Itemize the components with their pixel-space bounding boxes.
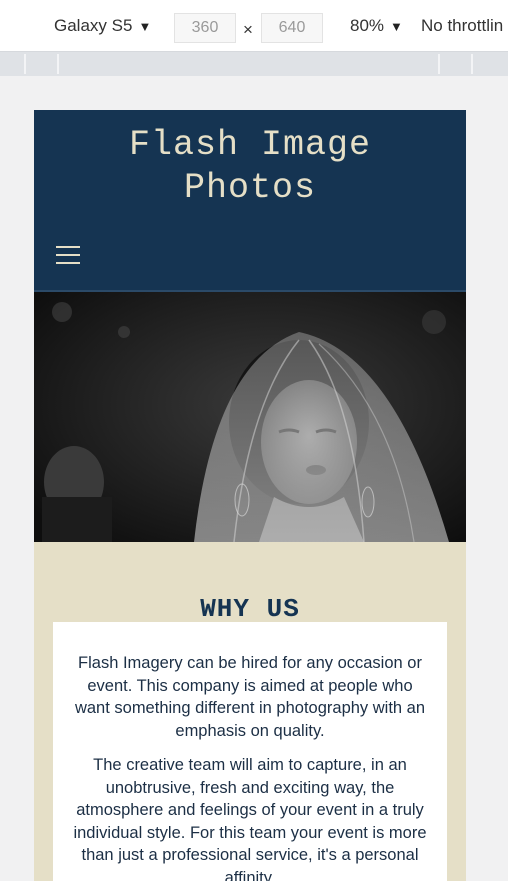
site-title-line1: Flash Image bbox=[128, 125, 372, 165]
device-select[interactable]: Galaxy S5 ▼ bbox=[54, 14, 151, 38]
device-toolbar: Galaxy S5 ▼ 360 × 640 80% ▼ No throttlin bbox=[0, 0, 508, 52]
site-header: Flash Image Photos bbox=[34, 110, 466, 292]
throttling-value: No throttlin bbox=[421, 16, 504, 35]
why-us-paragraph-1: Flash Imagery can be hired for any occas… bbox=[74, 654, 426, 740]
media-query-marker[interactable] bbox=[57, 54, 59, 74]
why-us-section: WHY US Flash Imagery can be hired for an… bbox=[34, 542, 466, 881]
why-us-paragraph-2: The creative team will aim to capture, i… bbox=[73, 756, 427, 881]
site-title-line2: Photos bbox=[183, 168, 317, 208]
bride-in-veil-photo bbox=[34, 292, 466, 542]
why-us-heading: WHY US bbox=[200, 594, 300, 624]
media-query-marker[interactable] bbox=[438, 54, 440, 74]
height-input[interactable]: 640 bbox=[261, 13, 323, 43]
device-name: Galaxy S5 bbox=[54, 16, 133, 35]
site-title[interactable]: Flash Image Photos bbox=[34, 124, 466, 210]
width-input[interactable]: 360 bbox=[174, 13, 236, 43]
chevron-down-icon: ▼ bbox=[390, 19, 403, 34]
chevron-down-icon: ▼ bbox=[138, 19, 152, 34]
why-us-card: Flash Imagery can be hired for any occas… bbox=[53, 622, 447, 881]
throttling-select[interactable]: No throttlin bbox=[421, 14, 503, 38]
zoom-value: 80% bbox=[350, 16, 385, 35]
media-query-marker[interactable] bbox=[24, 54, 26, 74]
emulated-page: Flash Image Photos WHY US Flash Imagery … bbox=[34, 110, 466, 881]
zoom-select[interactable]: 80% ▼ bbox=[350, 14, 403, 38]
hamburger-icon[interactable] bbox=[56, 244, 82, 266]
hero-image bbox=[34, 292, 466, 542]
media-query-bar[interactable] bbox=[0, 52, 508, 76]
media-query-marker[interactable] bbox=[471, 54, 473, 74]
dimension-separator: × bbox=[243, 20, 253, 39]
